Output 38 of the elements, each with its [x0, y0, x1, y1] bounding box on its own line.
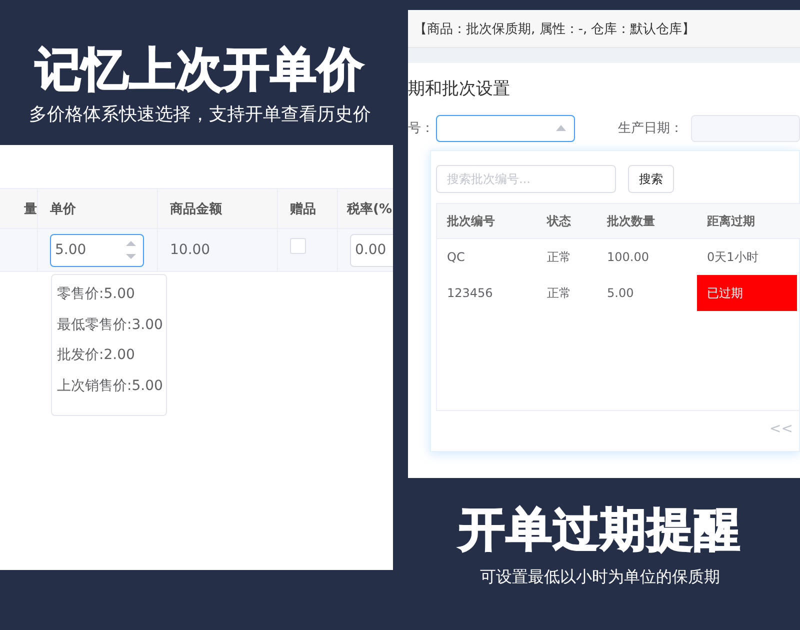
column-header: 状态 [546, 212, 572, 230]
search-field[interactable]: 搜索批次编号... [436, 165, 616, 193]
column-header: 赠品 [278, 189, 338, 228]
column-header: 单价 [38, 189, 158, 228]
field-label: 号： [408, 120, 434, 137]
price-option[interactable]: 批发价:2.00 [57, 340, 166, 370]
table-cell-text: 5.00 [606, 285, 635, 302]
feature-title: 开单过期提醒 [459, 501, 741, 558]
date-field[interactable] [690, 114, 800, 142]
table-cell-text: 0天1小时 [706, 248, 760, 266]
batch-select[interactable] [436, 114, 575, 142]
column-header: 批次数量 [606, 212, 656, 230]
column-header: 距离过期 [706, 212, 756, 230]
price-option[interactable]: 最低零售价:3.00 [57, 310, 166, 340]
feature-subtitle: 多价格体系快速选择，支持开单查看历史价 [29, 103, 371, 127]
table-cell: 10.00 [158, 229, 278, 271]
column-header: 商品金额 [158, 189, 278, 228]
table-cell-text: 100.00 [606, 249, 650, 266]
search-button[interactable]: 搜索 [628, 165, 674, 193]
table-cell-text: QC [446, 249, 466, 266]
table-cell-text: 正常 [546, 248, 572, 266]
table-cell-text: 正常 [546, 284, 572, 302]
column-header: 量 [0, 189, 38, 228]
price-input[interactable]: 5.00 [50, 234, 144, 266]
column-header: 批次编号 [446, 212, 496, 230]
caret-icon [556, 125, 566, 131]
price-option[interactable]: 零售价:5.00 [57, 279, 166, 310]
gift-checkbox[interactable] [290, 238, 306, 254]
table-cell-text: 123456 [446, 285, 494, 302]
dialog-title: 期和批次设置 [408, 78, 511, 101]
expired-cell: 已过期 [697, 275, 797, 311]
feature-title: 记忆上次开单价 [36, 41, 364, 98]
dialog-header: 【商品：批次保质期, 属性：-, 仓库：默认仓库】 [408, 10, 800, 48]
feature-subtitle: 可设置最低以小时为单位的保质期 [480, 566, 720, 588]
spinner-icon[interactable] [125, 239, 137, 261]
price-option[interactable]: 上次销售价:5.00 [57, 370, 166, 401]
tax-rate-input[interactable]: 0.00 [350, 234, 393, 266]
field-label: 生产日期： [618, 120, 683, 137]
